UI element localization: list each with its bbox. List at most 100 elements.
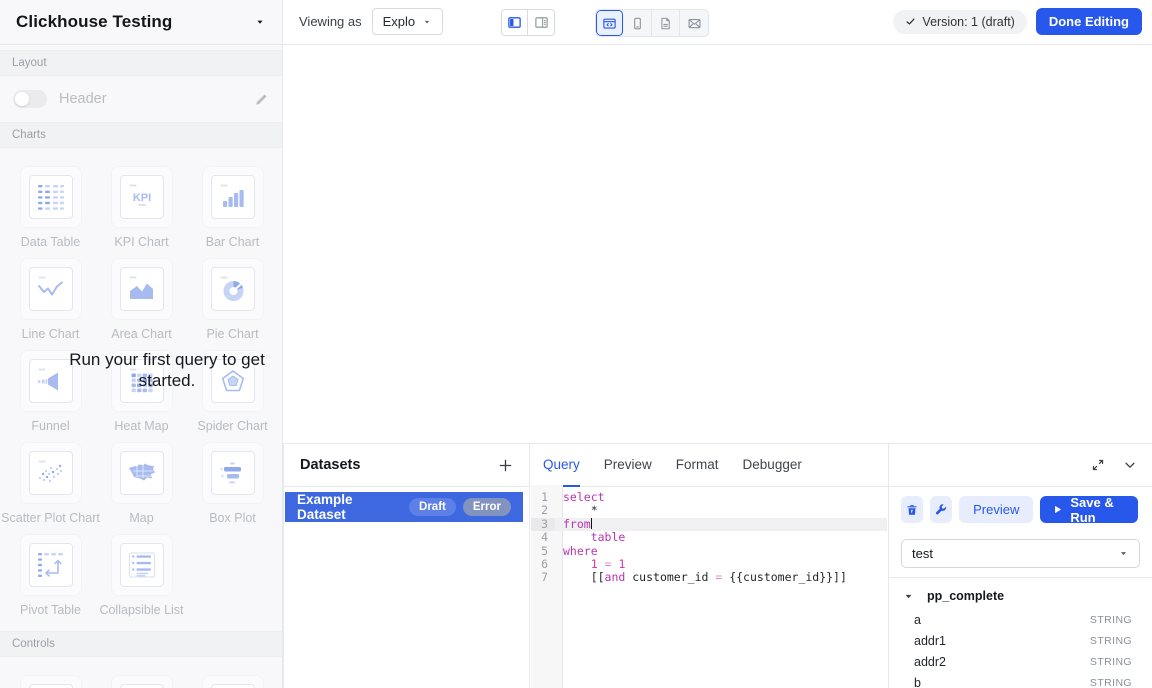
sql-editor[interactable]: 1select2 *3from4 table5where6 1 = 17 [[a… (531, 488, 887, 688)
code-line[interactable]: 5where (531, 545, 887, 558)
code-text: from (555, 518, 887, 531)
expand-icon[interactable] (1091, 458, 1105, 472)
device-tab-email[interactable] (680, 10, 708, 36)
dataset-badge-error: Error (463, 498, 511, 516)
tab-debugger[interactable]: Debugger (743, 444, 802, 487)
viewing-as-dropdown[interactable]: Explo (372, 8, 444, 35)
schema-field-row[interactable]: addr2STRING (914, 651, 1138, 672)
chart-card-box (20, 166, 82, 228)
datasets-header: Datasets (284, 444, 529, 487)
chart-card-scatter[interactable]: Scatter Plot Chart (7, 442, 95, 525)
trash-icon (905, 503, 919, 517)
schema-field-row[interactable]: aSTRING (914, 609, 1138, 630)
chart-card-box (20, 442, 82, 504)
panel-toggle-group (501, 9, 555, 36)
dashboard-title-area[interactable]: Clickhouse Testing (0, 0, 283, 44)
line-number: 4 (531, 531, 555, 544)
dashboard-canvas[interactable] (284, 45, 1152, 443)
viewing-as-value: Explo (383, 14, 416, 29)
line-chart-icon (34, 272, 68, 306)
field-name: addr2 (914, 655, 946, 669)
title-caret-down-icon[interactable] (254, 16, 266, 28)
chart-card-box (20, 258, 82, 320)
version-badge[interactable]: Version: 1 (draft) (893, 10, 1026, 34)
section-layout: Layout (0, 50, 282, 76)
header-toggle[interactable] (13, 90, 47, 108)
chart-card-line[interactable]: Line Chart (7, 258, 95, 341)
line-number: 7 (531, 571, 555, 584)
play-icon (1052, 504, 1063, 515)
dataset-badge-draft: Draft (409, 498, 456, 516)
panel-right-icon (534, 15, 549, 30)
data-table-chart-icon (34, 180, 68, 214)
chart-card-label: Pivot Table (20, 603, 81, 617)
query-toolbar: Preview Save & Run (889, 487, 1152, 523)
line-number: 1 (531, 491, 555, 504)
code-line[interactable]: 7 [[and customer_id = {{customer_id}}]] (531, 571, 887, 584)
toggle-knob (15, 92, 29, 106)
table-selector-value: test (912, 546, 933, 561)
code-line[interactable]: 6 1 = 1 (531, 558, 887, 571)
tab-preview[interactable]: Preview (604, 444, 652, 487)
toggle-panel-left-button[interactable] (501, 9, 528, 36)
device-tab-pdf[interactable] (652, 10, 680, 36)
area-chart-icon (125, 272, 159, 306)
preview-button[interactable]: Preview (959, 496, 1033, 523)
code-line[interactable]: 4 table (531, 531, 887, 544)
chart-card-data-table[interactable]: Data Table (7, 166, 95, 249)
table-selector-dropdown[interactable]: test (901, 539, 1140, 568)
pdf-icon (658, 16, 673, 31)
delete-query-button[interactable] (901, 496, 923, 523)
scatter-chart-icon (34, 456, 68, 490)
chart-card-label: Line Chart (22, 327, 80, 341)
control-card[interactable] (98, 675, 186, 688)
chart-card-label: Map (129, 511, 153, 525)
add-dataset-button[interactable] (498, 458, 513, 473)
schema-field-row[interactable]: bSTRING (914, 672, 1138, 688)
chart-card-pie[interactable]: Pie Chart (189, 258, 277, 341)
edit-pencil-icon[interactable] (254, 92, 269, 107)
done-editing-button[interactable]: Done Editing (1036, 8, 1142, 35)
dataset-row-selected[interactable]: Example Dataset DraftError (285, 492, 523, 522)
dropdown-caret-icon (422, 17, 432, 27)
tab-query[interactable]: Query (543, 444, 580, 487)
chart-card-bar[interactable]: Bar Chart (189, 166, 277, 249)
collapse-chevron-down-icon[interactable] (1123, 458, 1137, 472)
schema-field-row[interactable]: addr1STRING (914, 630, 1138, 651)
chart-card-label: Box Plot (209, 511, 256, 525)
chart-card-map[interactable]: Map (98, 442, 186, 525)
chart-card-boxplot[interactable]: Box Plot (189, 442, 277, 525)
schema-table-header[interactable]: pp_complete (903, 589, 1138, 603)
datasets-title: Datasets (300, 457, 360, 473)
query-tabs: Query Preview Format Debugger (531, 444, 888, 487)
schema-browser: pp_complete aSTRINGaddr1STRINGaddr2STRIN… (889, 578, 1152, 688)
control-card[interactable] (7, 675, 95, 688)
code-line[interactable]: 3from (531, 518, 887, 531)
query-editor-pane: Query Preview Format Debugger 1select2 *3fr… (531, 444, 889, 688)
chart-card-area[interactable]: Area Chart (98, 258, 186, 341)
select-caret-icon (1118, 548, 1129, 559)
toggle-panel-right-button[interactable] (528, 9, 555, 36)
text-cursor (591, 518, 592, 529)
device-tab-mobile[interactable] (624, 10, 652, 36)
code-text: table (555, 531, 887, 544)
chart-card-kpi[interactable]: KPI KPI Chart (98, 166, 186, 249)
svg-text:KPI: KPI (132, 192, 150, 204)
device-tab-desktop[interactable] (596, 10, 624, 36)
chart-card-label: KPI Chart (114, 235, 168, 249)
code-line[interactable]: 2 * (531, 504, 887, 517)
field-name: b (914, 676, 921, 688)
control-card[interactable] (189, 675, 277, 688)
chart-card-label: Data Table (21, 235, 81, 249)
controls-grid (0, 657, 282, 688)
code-text: * (555, 504, 887, 517)
device-view-tabs (595, 9, 709, 37)
code-line[interactable]: 1select (531, 491, 887, 504)
chart-card-label: Bar Chart (206, 235, 260, 249)
desktop-icon (602, 16, 617, 31)
chart-card-pivot[interactable]: Pivot Table (7, 534, 95, 617)
chart-card-collapsible[interactable]: Collapsible List (98, 534, 186, 617)
format-wrench-button[interactable] (930, 496, 952, 523)
save-and-run-button[interactable]: Save & Run (1040, 496, 1138, 523)
tab-format[interactable]: Format (676, 444, 719, 487)
